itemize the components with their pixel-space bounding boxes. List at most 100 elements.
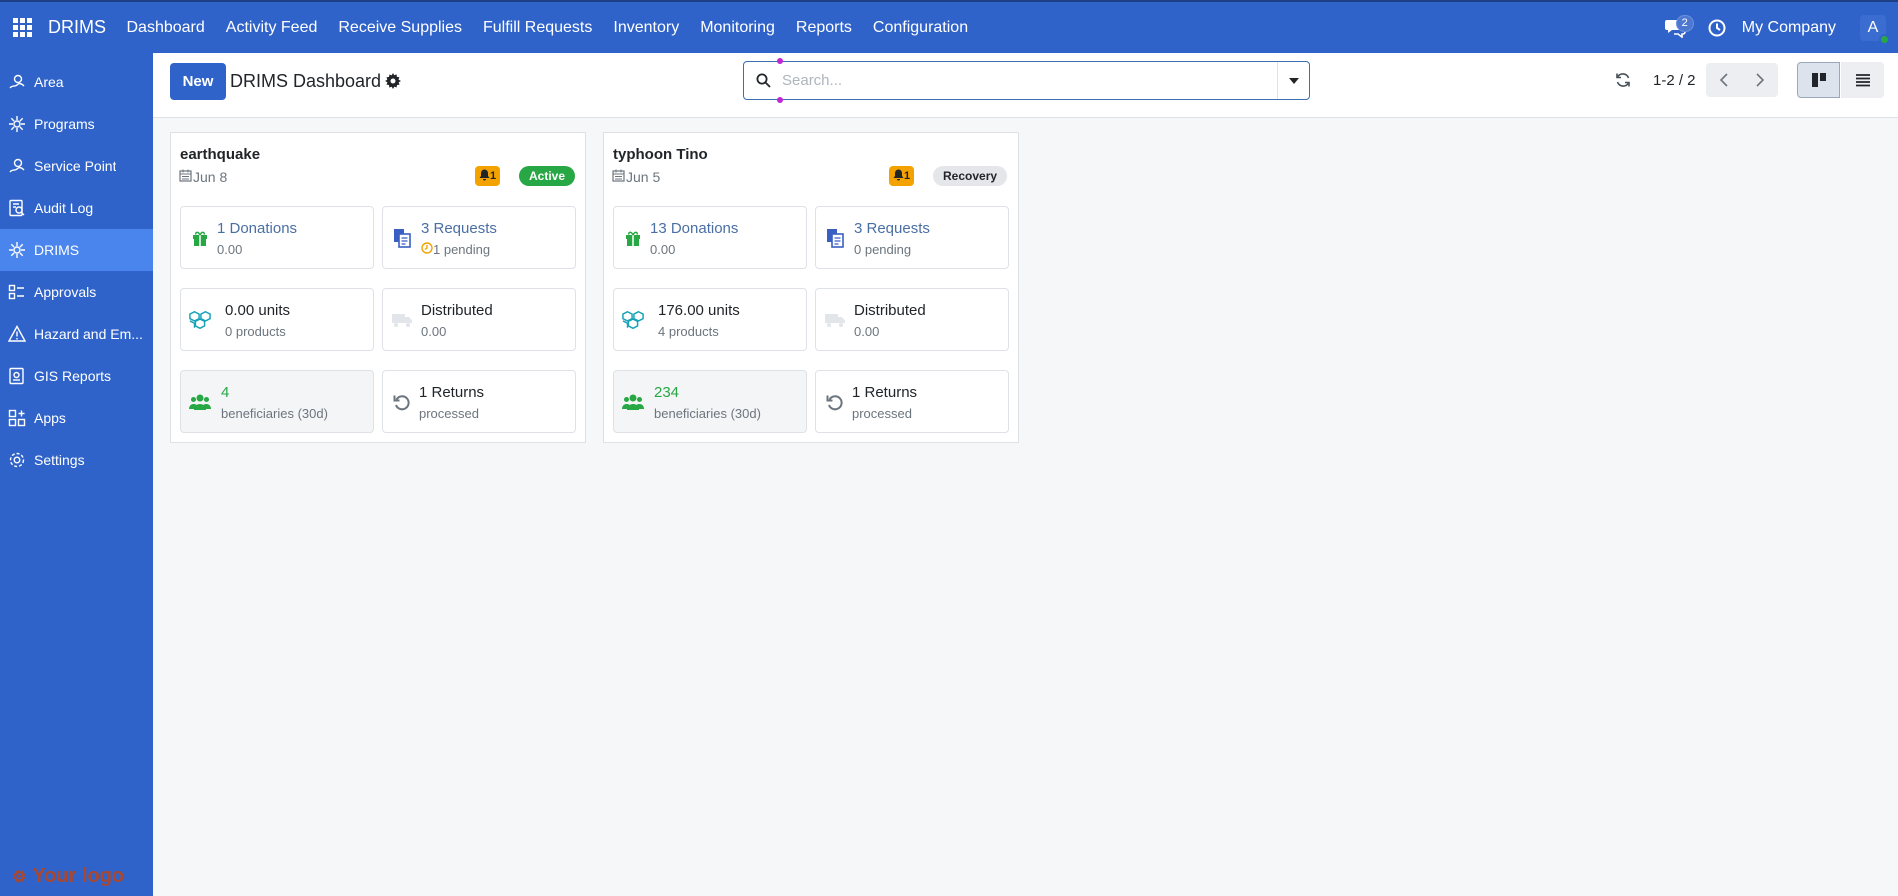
sidebar-item-drims[interactable]: DRIMS <box>0 229 153 271</box>
chat-icon[interactable]: 2 <box>1660 13 1694 43</box>
returns-tile[interactable]: 1 Returns processed <box>382 370 576 433</box>
sidebar-item-approvals[interactable]: Approvals <box>0 271 153 313</box>
apps-icon <box>7 408 27 428</box>
menu-fulfill-requests[interactable]: Fulfill Requests <box>473 2 603 53</box>
distributed-label: Distributed <box>854 302 926 319</box>
user-avatar[interactable]: A <box>1860 14 1890 45</box>
area-icon <box>7 72 27 92</box>
requests-tile[interactable]: 3 Requests 0 pending <box>815 206 1009 269</box>
sidebar-item-label: Audit Log <box>34 200 94 216</box>
settings-icon <box>7 450 27 470</box>
card-date-text: Jun 8 <box>193 169 228 185</box>
stock-tile[interactable]: 0.00 units 0 products <box>180 288 374 351</box>
menu-configuration[interactable]: Configuration <box>862 2 978 53</box>
beneficiaries-tile[interactable]: 234 beneficiaries (30d) <box>613 370 807 433</box>
sidebar-item-area[interactable]: Area <box>0 61 153 103</box>
distributed-tile[interactable]: Distributed 0.00 <box>815 288 1009 351</box>
distributed-amount: 0.00 <box>421 324 447 339</box>
sidebar-item-label: Service Point <box>34 158 117 174</box>
kanban-view-button[interactable] <box>1797 62 1840 98</box>
menu-monitoring[interactable]: Monitoring <box>690 2 786 53</box>
menu-dashboard[interactable]: Dashboard <box>116 2 215 53</box>
drims-icon <box>7 240 27 260</box>
next-page-button[interactable] <box>1742 63 1778 97</box>
search-options-toggle[interactable] <box>1277 62 1309 99</box>
gear-icon[interactable] <box>385 73 403 91</box>
requests-tile[interactable]: 3 Requests 1 pending <box>382 206 576 269</box>
company-switcher[interactable]: My Company <box>1742 19 1836 37</box>
gift-icon <box>189 227 211 249</box>
sidebar-item-programs[interactable]: Programs <box>0 103 153 145</box>
kanban-card[interactable]: earthquake Jun 8 1 Active 1 Donations 0.… <box>170 132 586 443</box>
calendar-icon <box>612 169 625 185</box>
service-point-icon <box>7 156 27 176</box>
donations-tile[interactable]: 1 Donations 0.00 <box>180 206 374 269</box>
distributed-label: Distributed <box>421 302 493 319</box>
sidebar-item-label: Settings <box>34 452 85 468</box>
search-input[interactable] <box>782 65 1277 96</box>
sidebar-item-label: GIS Reports <box>34 368 112 384</box>
app-grid-icon[interactable] <box>4 1 40 54</box>
previous-page-button[interactable] <box>1706 63 1742 97</box>
truck-icon <box>824 309 846 331</box>
menu-reports[interactable]: Reports <box>785 2 862 53</box>
audit-log-icon <box>7 198 27 218</box>
sidebar-item-settings[interactable]: Settings <box>0 439 153 481</box>
card-date-text: Jun 5 <box>626 169 661 185</box>
search-icon <box>744 73 782 88</box>
logo-text: Your logo <box>32 865 125 887</box>
returns-count: 1 Returns <box>852 384 918 401</box>
bell-icon <box>479 169 490 184</box>
brand-name[interactable]: DRIMS <box>48 17 106 38</box>
pending-clock-icon <box>421 242 433 257</box>
clock-icon[interactable] <box>1708 17 1730 39</box>
boxes-icon <box>189 309 211 331</box>
text-cursor-marker-bottom <box>777 97 783 103</box>
new-button[interactable]: New <box>170 63 226 100</box>
stock-products: 4 products <box>658 324 719 339</box>
online-status-dot <box>1879 33 1890 45</box>
menu-inventory[interactable]: Inventory <box>603 2 690 53</box>
top-menu: Dashboard Activity Feed Receive Supplies… <box>116 2 979 53</box>
list-view-button[interactable] <box>1841 62 1884 98</box>
pager-value[interactable]: 1-2 / 2 <box>1653 72 1696 89</box>
requests-count: 3 Requests <box>854 220 930 237</box>
status-badge[interactable]: Active <box>519 166 576 186</box>
donations-count: 13 Donations <box>650 220 739 237</box>
top-navbar: DRIMS Dashboard Activity Feed Receive Su… <box>0 0 1898 53</box>
stock-products: 0 products <box>225 324 286 339</box>
avatar-letter: A <box>1867 18 1879 36</box>
stock-tile[interactable]: 176.00 units 4 products <box>613 288 807 351</box>
sidebar-item-gis-reports[interactable]: GIS Reports <box>0 355 153 397</box>
card-title: typhoon Tino <box>613 146 708 163</box>
users-icon <box>189 391 211 413</box>
beneficiaries-tile[interactable]: 4 beneficiaries (30d) <box>180 370 374 433</box>
undo-icon <box>391 391 413 413</box>
alert-badge[interactable]: 1 <box>475 166 501 186</box>
menu-activity-feed[interactable]: Activity Feed <box>215 2 328 53</box>
sidebar-item-apps[interactable]: Apps <box>0 397 153 439</box>
requests-document-icon <box>391 227 413 249</box>
sidebar-item-service-point[interactable]: Service Point <box>0 145 153 187</box>
boxes-icon <box>622 309 644 331</box>
hazard-icon <box>7 324 27 344</box>
distributed-amount: 0.00 <box>854 324 880 339</box>
refresh-icon[interactable] <box>1615 72 1633 90</box>
card-date: Jun 8 <box>179 169 227 185</box>
text-cursor-marker-top <box>777 58 783 64</box>
alert-badge[interactable]: 1 <box>889 166 915 186</box>
sidebar-item-hazard[interactable]: Hazard and Em... <box>0 313 153 355</box>
menu-receive-supplies[interactable]: Receive Supplies <box>328 2 473 53</box>
requests-count: 3 Requests <box>421 220 497 237</box>
card-title: earthquake <box>180 146 261 163</box>
returns-tile[interactable]: 1 Returns processed <box>815 370 1009 433</box>
status-badge[interactable]: Recovery <box>933 166 1008 186</box>
sidebar: Area Programs Service Point Audit Log DR… <box>0 53 153 896</box>
beneficiaries-label: beneficiaries (30d) <box>221 406 328 421</box>
sidebar-item-label: Approvals <box>34 284 97 300</box>
programs-icon <box>7 114 27 134</box>
distributed-tile[interactable]: Distributed 0.00 <box>382 288 576 351</box>
kanban-card[interactable]: typhoon Tino Jun 5 1 Recovery 13 Donatio… <box>603 132 1019 443</box>
sidebar-item-audit-log[interactable]: Audit Log <box>0 187 153 229</box>
donations-tile[interactable]: 13 Donations 0.00 <box>613 206 807 269</box>
